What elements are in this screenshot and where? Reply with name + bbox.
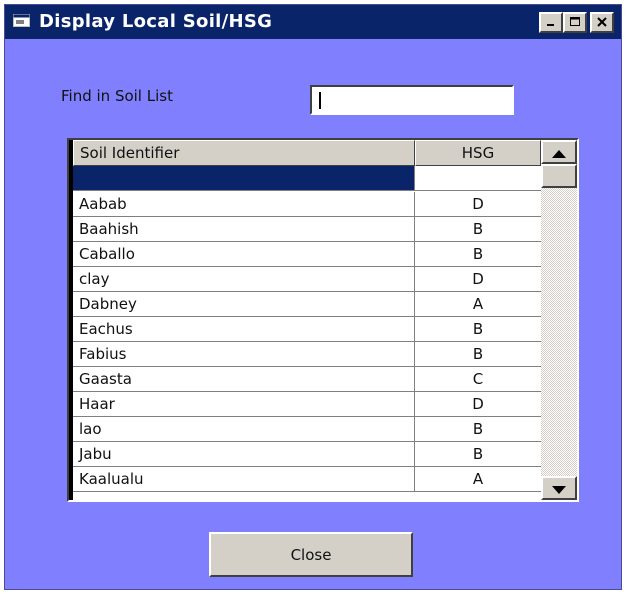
minimize-icon bbox=[545, 13, 557, 32]
hsg-cell[interactable]: A bbox=[415, 292, 541, 316]
soil-cell[interactable]: Dabney bbox=[73, 292, 415, 316]
column-header-soil-identifier[interactable]: Soil Identifier bbox=[73, 140, 415, 166]
scroll-up-button[interactable] bbox=[541, 140, 577, 164]
arrow-down-icon bbox=[552, 479, 566, 498]
vertical-scrollbar[interactable] bbox=[541, 140, 577, 500]
arrow-up-icon bbox=[552, 143, 566, 162]
close-icon bbox=[596, 13, 608, 32]
scrollbar-thumb[interactable] bbox=[541, 164, 577, 188]
hsg-cell[interactable]: B bbox=[415, 417, 541, 441]
soil-cell[interactable]: Kaalualu bbox=[73, 467, 415, 491]
scroll-down-button[interactable] bbox=[541, 476, 577, 500]
title-bar[interactable]: Display Local Soil/HSG bbox=[5, 5, 621, 39]
soil-cell[interactable]: Caballo bbox=[73, 242, 415, 266]
text-caret bbox=[319, 92, 321, 109]
table-row[interactable]: Haar D bbox=[73, 392, 541, 417]
table-row[interactable]: Jabu B bbox=[73, 442, 541, 467]
soil-cell[interactable]: Baahish bbox=[73, 217, 415, 241]
table-row[interactable]: Gaasta C bbox=[73, 367, 541, 392]
soil-cell[interactable] bbox=[73, 166, 415, 190]
column-header-hsg[interactable]: HSG bbox=[415, 140, 541, 166]
find-label: Find in Soil List bbox=[61, 87, 173, 105]
soil-cell[interactable]: Fabius bbox=[73, 342, 415, 366]
soil-cell[interactable]: clay bbox=[73, 267, 415, 291]
table-row[interactable]: Aabab D bbox=[73, 192, 541, 217]
hsg-cell[interactable]: D bbox=[415, 192, 541, 216]
soil-cell[interactable]: Eachus bbox=[73, 317, 415, 341]
soil-cell[interactable]: Aabab bbox=[73, 192, 415, 216]
soil-grid[interactable]: Soil Identifier HSG Aabab D Baahish B Ca… bbox=[67, 138, 579, 502]
hsg-cell[interactable] bbox=[415, 166, 541, 190]
window-app-icon[interactable] bbox=[13, 13, 31, 29]
hsg-cell[interactable]: B bbox=[415, 317, 541, 341]
maximize-button[interactable] bbox=[563, 12, 587, 33]
hsg-cell[interactable]: B bbox=[415, 242, 541, 266]
soil-cell[interactable]: Haar bbox=[73, 392, 415, 416]
hsg-cell[interactable]: A bbox=[415, 467, 541, 491]
close-button[interactable]: Close bbox=[209, 532, 413, 577]
table-row[interactable]: Dabney A bbox=[73, 292, 541, 317]
soil-cell[interactable]: Gaasta bbox=[73, 367, 415, 391]
table-row[interactable]: Fabius B bbox=[73, 342, 541, 367]
table-row[interactable]: Caballo B bbox=[73, 242, 541, 267]
soil-cell[interactable]: lao bbox=[73, 417, 415, 441]
maximize-icon bbox=[569, 13, 581, 32]
hsg-cell[interactable]: D bbox=[415, 267, 541, 291]
grid-header: Soil Identifier HSG bbox=[73, 140, 541, 166]
table-row[interactable]: Eachus B bbox=[73, 317, 541, 342]
soil-cell[interactable]: Jabu bbox=[73, 442, 415, 466]
hsg-cell[interactable]: B bbox=[415, 217, 541, 241]
find-soil-input[interactable] bbox=[310, 85, 514, 115]
window-title: Display Local Soil/HSG bbox=[39, 11, 273, 32]
hsg-cell[interactable]: C bbox=[415, 367, 541, 391]
minimize-button[interactable] bbox=[539, 12, 563, 33]
table-row[interactable]: lao B bbox=[73, 417, 541, 442]
table-row[interactable]: Baahish B bbox=[73, 217, 541, 242]
hsg-cell[interactable]: B bbox=[415, 442, 541, 466]
table-row[interactable]: clay D bbox=[73, 267, 541, 292]
close-window-button[interactable] bbox=[590, 12, 614, 33]
hsg-cell[interactable]: B bbox=[415, 342, 541, 366]
table-row[interactable]: Kaalualu A bbox=[73, 467, 541, 492]
table-row[interactable] bbox=[73, 166, 541, 191]
hsg-cell[interactable]: D bbox=[415, 392, 541, 416]
display-local-soil-window: Display Local Soil/HSG Find in Soil List… bbox=[4, 4, 622, 590]
soil-grid-body: Soil Identifier HSG Aabab D Baahish B Ca… bbox=[69, 140, 541, 500]
